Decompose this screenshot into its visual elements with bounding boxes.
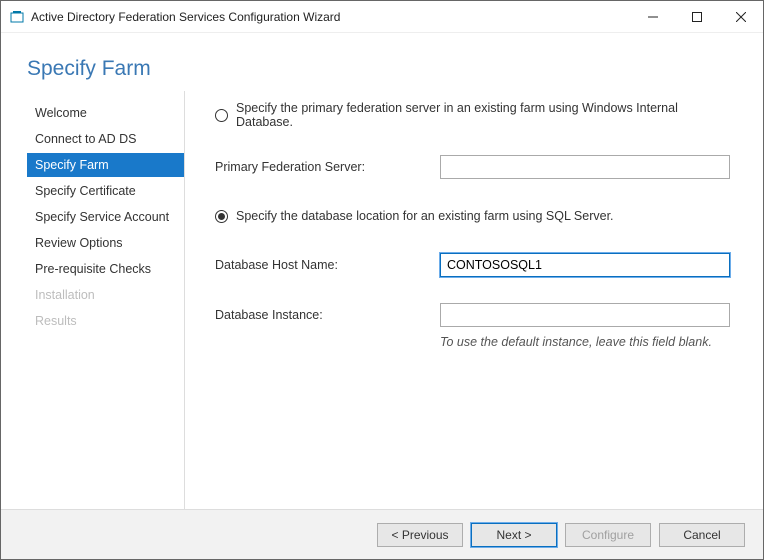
main-area: Welcome Connect to AD DS Specify Farm Sp… [1, 91, 763, 509]
app-icon [9, 9, 25, 25]
previous-button[interactable]: < Previous [377, 523, 463, 547]
window-title: Active Directory Federation Services Con… [31, 10, 631, 24]
wizard-footer: < Previous Next > Configure Cancel [1, 509, 763, 559]
primary-server-label: Primary Federation Server: [215, 160, 440, 174]
sidebar-item-prerequisite-checks[interactable]: Pre-requisite Checks [27, 257, 184, 281]
radio-primary-server[interactable] [215, 109, 228, 122]
primary-server-input[interactable] [440, 155, 730, 179]
db-instance-input[interactable] [440, 303, 730, 327]
form-content: Specify the primary federation server in… [185, 91, 763, 509]
radio-sql-server[interactable] [215, 210, 228, 223]
db-instance-label: Database Instance: [215, 308, 440, 322]
radio-sql-server-label: Specify the database location for an exi… [236, 209, 614, 223]
window-controls [631, 1, 763, 32]
wizard-body: Specify Farm Welcome Connect to AD DS Sp… [1, 33, 763, 559]
minimize-button[interactable] [631, 1, 675, 32]
db-instance-hint: To use the default instance, leave this … [440, 335, 735, 349]
radio-primary-server-label: Specify the primary federation server in… [236, 101, 735, 129]
sidebar-item-installation: Installation [27, 283, 184, 307]
page-heading: Specify Farm [1, 33, 763, 91]
maximize-button[interactable] [675, 1, 719, 32]
wizard-steps-sidebar: Welcome Connect to AD DS Specify Farm Sp… [27, 91, 185, 509]
db-host-label: Database Host Name: [215, 258, 440, 272]
option-primary-row: Specify the primary federation server in… [215, 101, 735, 129]
next-button[interactable]: Next > [471, 523, 557, 547]
sidebar-item-review-options[interactable]: Review Options [27, 231, 184, 255]
sidebar-item-connect-ad-ds[interactable]: Connect to AD DS [27, 127, 184, 151]
configure-button: Configure [565, 523, 651, 547]
sidebar-item-specify-farm[interactable]: Specify Farm [27, 153, 184, 177]
db-instance-row: Database Instance: [215, 303, 735, 327]
title-bar: Active Directory Federation Services Con… [1, 1, 763, 33]
db-host-row: Database Host Name: [215, 253, 735, 277]
sidebar-item-welcome[interactable]: Welcome [27, 101, 184, 125]
sidebar-item-specify-certificate[interactable]: Specify Certificate [27, 179, 184, 203]
cancel-button[interactable]: Cancel [659, 523, 745, 547]
db-host-input[interactable] [440, 253, 730, 277]
option-sql-row: Specify the database location for an exi… [215, 205, 735, 227]
sidebar-item-results: Results [27, 309, 184, 333]
wizard-window: Active Directory Federation Services Con… [0, 0, 764, 560]
sidebar-item-specify-service-account[interactable]: Specify Service Account [27, 205, 184, 229]
primary-server-row: Primary Federation Server: [215, 155, 735, 179]
close-button[interactable] [719, 1, 763, 32]
